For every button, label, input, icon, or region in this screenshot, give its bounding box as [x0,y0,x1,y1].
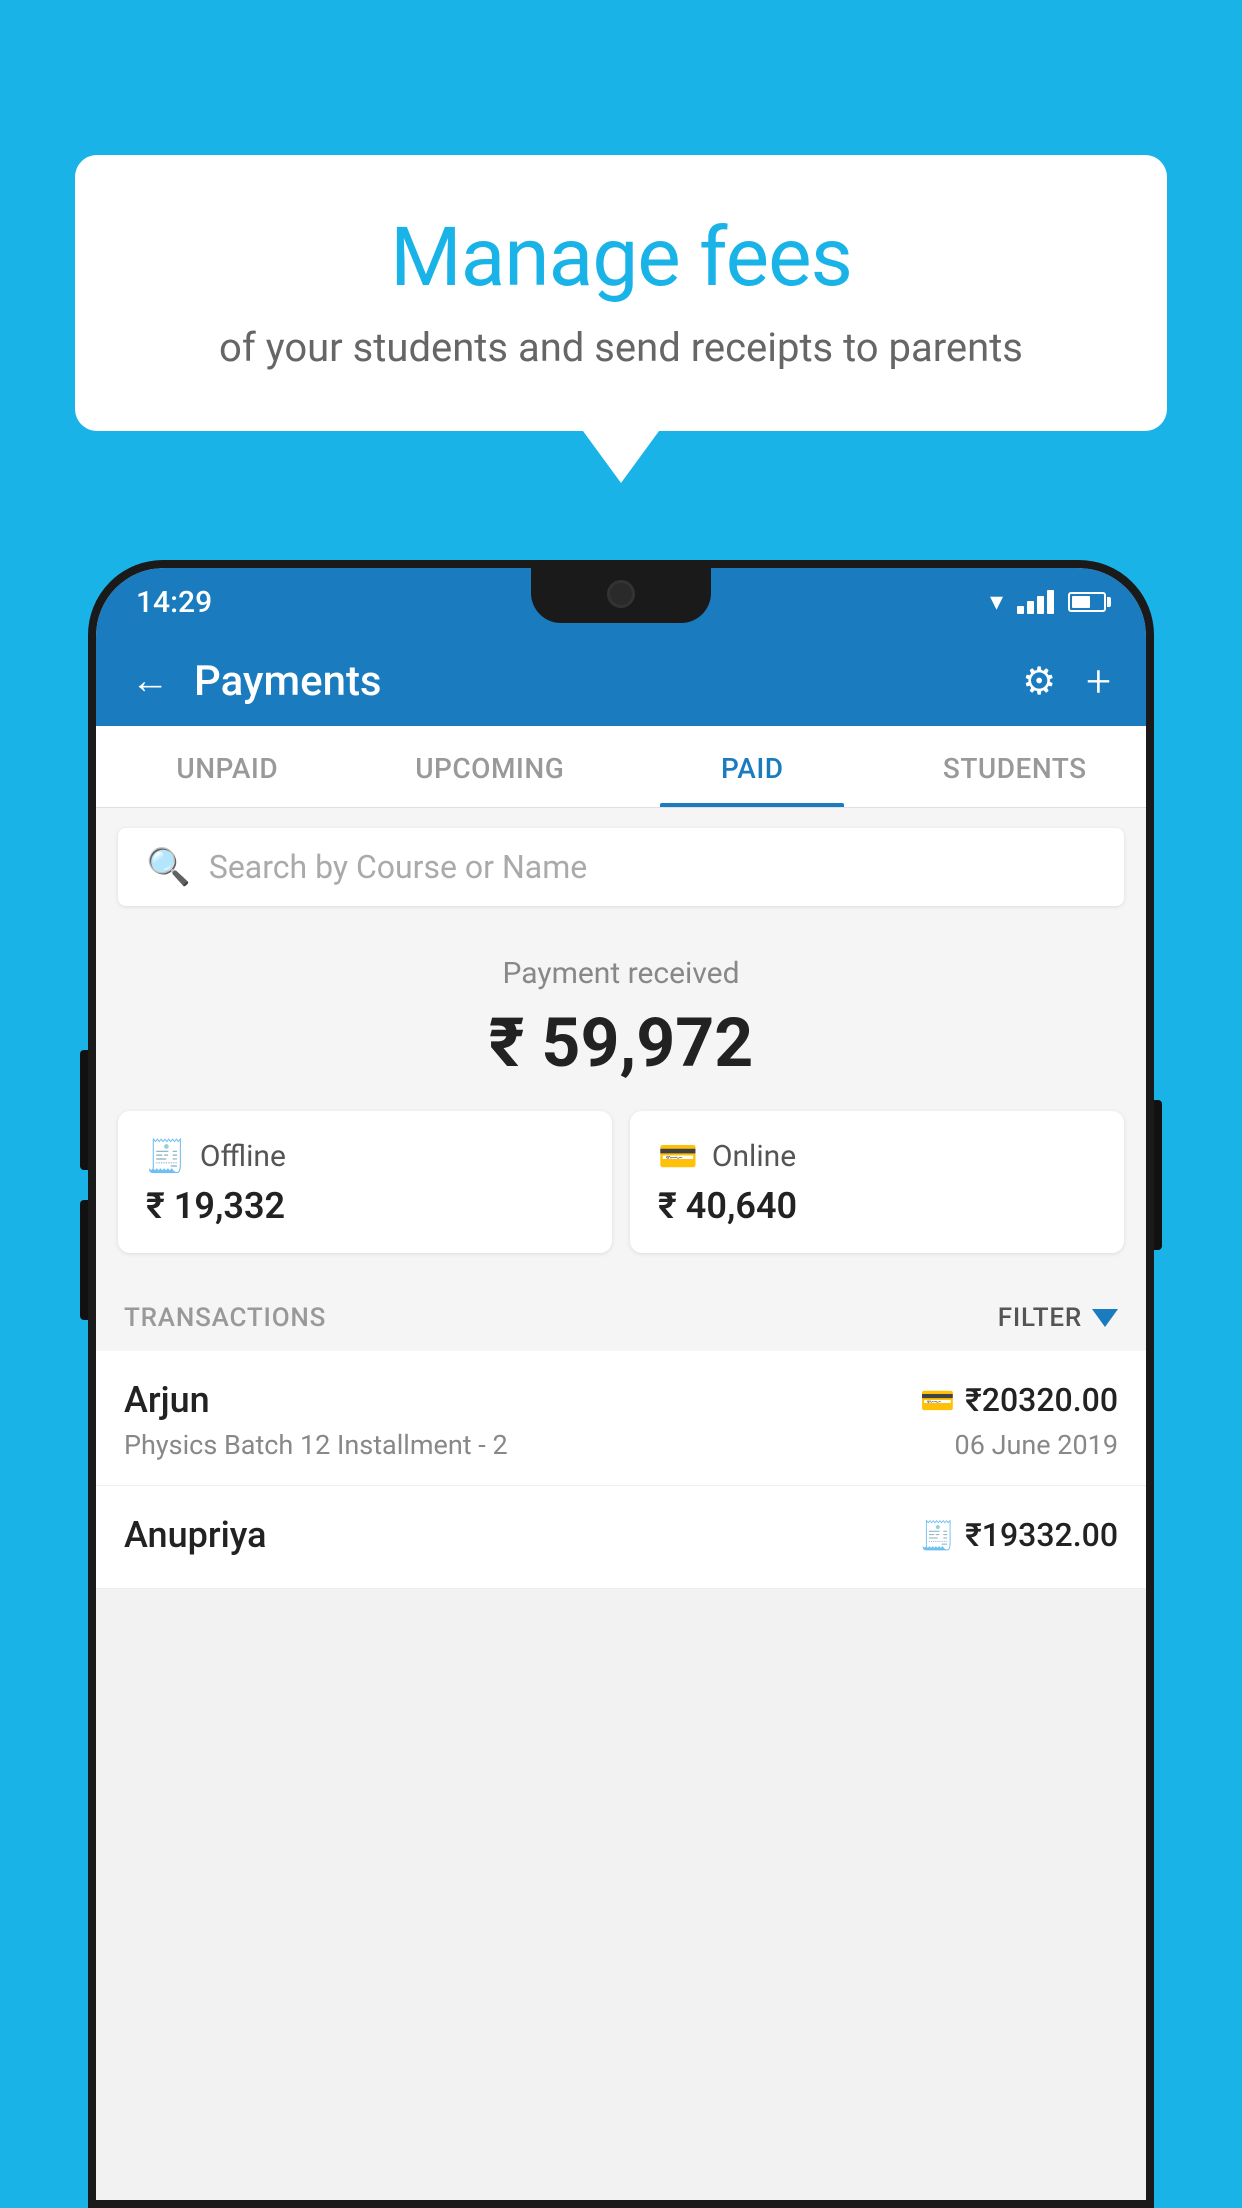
card-payment-icon: 💳 [920,1384,955,1417]
battery-fill [1072,596,1090,608]
payment-summary: Payment received ₹ 59,972 [96,926,1146,1111]
payment-received-label: Payment received [116,956,1126,991]
back-button[interactable]: ← [131,659,169,703]
offline-label: Offline [200,1139,286,1174]
signal-icon [1017,590,1054,614]
speech-bubble-subtitle: of your students and send receipts to pa… [135,324,1107,371]
transaction-amount-wrapper: 🧾 ₹19332.00 [920,1516,1118,1554]
online-card-header: 💳 Online [658,1137,1096,1175]
online-amount: ₹ 40,640 [658,1185,1096,1227]
filter-icon [1092,1309,1118,1327]
notch [531,568,711,623]
phone-screen: 14:29 ▾ ← [96,568,1146,2200]
filter-button[interactable]: FILTER [998,1303,1118,1333]
status-time: 14:29 [136,585,212,620]
offline-icon: 🧾 [146,1137,186,1175]
transaction-date: 06 June 2019 [955,1429,1118,1461]
speech-bubble-title: Manage fees [135,210,1107,306]
transaction-amount-wrapper: 💳 ₹20320.00 [920,1381,1118,1419]
tab-unpaid[interactable]: UNPAID [96,726,359,807]
add-icon[interactable]: + [1086,655,1111,707]
offline-amount: ₹ 19,332 [146,1185,584,1227]
table-row[interactable]: Arjun 💳 ₹20320.00 Physics Batch 12 Insta… [96,1351,1146,1486]
transaction-row-top: Anupriya 🧾 ₹19332.00 [124,1514,1118,1556]
search-input[interactable]: Search by Course or Name [209,848,587,886]
transaction-row-top: Arjun 💳 ₹20320.00 [124,1379,1118,1421]
transaction-name: Anupriya [124,1514,267,1556]
front-camera [607,580,635,608]
online-card: 💳 Online ₹ 40,640 [630,1111,1124,1253]
header-icons: ⚙ + [1022,655,1111,707]
offline-card-header: 🧾 Offline [146,1137,584,1175]
online-label: Online [712,1139,796,1174]
transaction-name: Arjun [124,1379,210,1421]
transactions-header: TRANSACTIONS FILTER [96,1281,1146,1351]
transaction-amount: ₹19332.00 [965,1516,1118,1554]
online-payment-icon: 💳 [658,1137,698,1175]
table-row[interactable]: Anupriya 🧾 ₹19332.00 [96,1486,1146,1589]
status-icons: ▾ [990,587,1106,617]
tabs-bar: UNPAID UPCOMING PAID STUDENTS [96,726,1146,808]
settings-icon[interactable]: ⚙ [1022,659,1056,704]
speech-bubble-container: Manage fees of your students and send re… [75,155,1167,483]
transaction-amount: ₹20320.00 [965,1381,1118,1419]
payment-cards: 🧾 Offline ₹ 19,332 💳 Online ₹ 40,640 [96,1111,1146,1281]
header-title: Payments [194,657,1022,706]
transactions-label: TRANSACTIONS [124,1303,326,1333]
cash-payment-icon: 🧾 [920,1519,955,1552]
tab-paid[interactable]: PAID [621,726,884,807]
payment-total-amount: ₹ 59,972 [116,1003,1126,1083]
transaction-row-bottom: Physics Batch 12 Installment - 2 06 June… [124,1429,1118,1461]
tab-students[interactable]: STUDENTS [884,726,1147,807]
app-header: ← Payments ⚙ + [96,636,1146,726]
transactions-list: Arjun 💳 ₹20320.00 Physics Batch 12 Insta… [96,1351,1146,1589]
wifi-icon: ▾ [990,587,1003,617]
speech-bubble: Manage fees of your students and send re… [75,155,1167,431]
search-bar[interactable]: 🔍 Search by Course or Name [118,828,1124,906]
filter-label: FILTER [998,1303,1082,1333]
speech-bubble-tail [583,431,659,483]
search-container: 🔍 Search by Course or Name [96,808,1146,926]
phone-frame: 14:29 ▾ ← [88,560,1154,2208]
tab-upcoming[interactable]: UPCOMING [359,726,622,807]
battery-icon [1068,592,1106,612]
offline-card: 🧾 Offline ₹ 19,332 [118,1111,612,1253]
status-bar: 14:29 ▾ [96,568,1146,636]
transaction-course: Physics Batch 12 Installment - 2 [124,1429,508,1461]
search-icon: 🔍 [146,846,191,888]
